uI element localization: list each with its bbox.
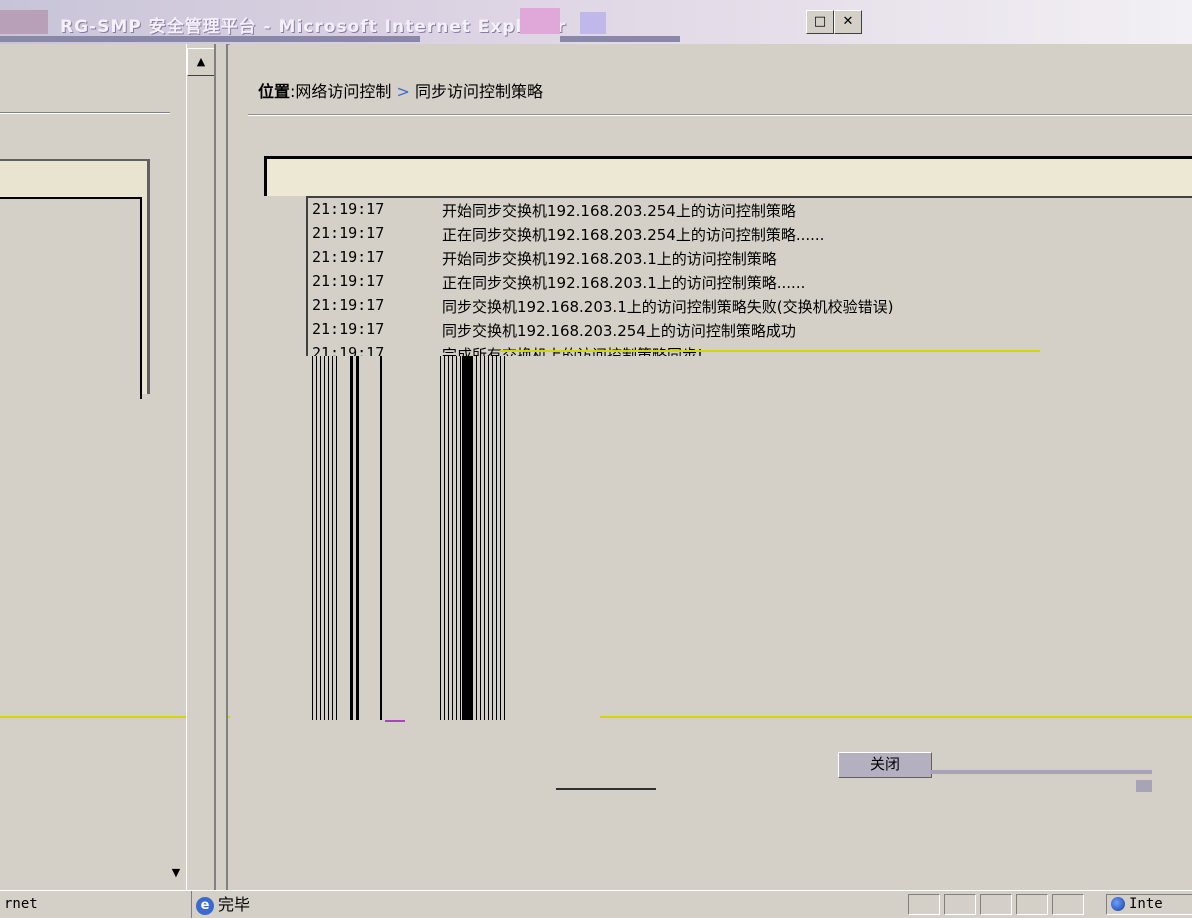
- scroll-down-button[interactable]: ▼: [163, 860, 189, 886]
- log-message: 同步交换机192.168.203.1上的访问控制策略失败(交换机校验错误): [442, 298, 894, 316]
- log-time: 21:19:17: [312, 248, 385, 266]
- nav-panel-inner: [0, 197, 142, 399]
- restore-button[interactable]: □: [806, 10, 834, 34]
- status-cell: [1052, 894, 1084, 915]
- frame-splitter[interactable]: [214, 44, 228, 890]
- log-time: 21:19:17: [312, 320, 385, 338]
- sync-panel-header: [264, 156, 1192, 196]
- close-window-button[interactable]: ✕: [834, 10, 862, 34]
- status-message: e 完毕: [196, 891, 250, 918]
- status-cell: [980, 894, 1012, 915]
- divider: [0, 113, 170, 114]
- glitch-line: [500, 350, 1040, 352]
- log-row: 21:19:17 同步交换机192.168.203.254上的访问控制策略成功: [308, 320, 1188, 344]
- zone-label: Inte: [1129, 896, 1163, 912]
- scroll-up-button[interactable]: ▲: [187, 48, 215, 76]
- log-message: 正在同步交换机192.168.203.1上的访问控制策略......: [442, 274, 806, 292]
- title-glitch-line: [560, 36, 680, 42]
- title-glitch-block: [520, 8, 560, 34]
- log-row: 21:19:17 同步交换机192.168.203.1上的访问控制策略失败(交换机…: [308, 296, 1188, 320]
- ie-page-icon: e: [196, 896, 214, 915]
- status-text: 完毕: [218, 895, 251, 914]
- log-time: 21:19:17: [312, 344, 385, 356]
- log-message: 开始同步交换机192.168.203.1上的访问控制策略: [442, 250, 777, 268]
- breadcrumb-label: 位置: [258, 82, 291, 101]
- breadcrumb-arrow-icon: >: [396, 82, 410, 101]
- sync-log-list[interactable]: 21:19:17 开始同步交换机192.168.203.254上的访问控制策略 21…: [306, 196, 1192, 356]
- divider: [248, 115, 1192, 116]
- log-row: 21:19:17 开始同步交换机192.168.203.1上的访问控制策略: [308, 248, 1188, 272]
- status-cell: [1016, 894, 1048, 915]
- left-nav-frame: [0, 44, 280, 890]
- glitch-line: [385, 720, 405, 722]
- log-message: 同步交换机192.168.203.254上的访问控制策略成功: [442, 322, 796, 340]
- status-bar: rnet e 完毕 Inte: [0, 890, 1192, 918]
- internet-zone-icon: [1111, 897, 1125, 911]
- breadcrumb-page: 同步访问控制策略: [415, 82, 544, 101]
- render-glitch: [440, 356, 506, 720]
- render-glitch: [380, 356, 382, 720]
- status-cell: [944, 894, 976, 915]
- title-glitch-block: [0, 10, 48, 34]
- left-frame-scrollbar[interactable]: ▲ ▼: [172, 44, 215, 890]
- title-glitch-block: [580, 12, 606, 34]
- nav-panel: [0, 159, 150, 399]
- render-glitch: [312, 356, 338, 720]
- breadcrumb-section[interactable]: 网络访问控制: [295, 82, 391, 101]
- glitch-line: [556, 788, 656, 790]
- security-zone[interactable]: Inte: [1106, 894, 1192, 915]
- render-glitch: [356, 356, 359, 720]
- log-message: 开始同步交换机192.168.203.254上的访问控制策略: [442, 202, 796, 220]
- window-title-bar[interactable]: RG-SMP 安全管理平台 - Microsoft Internet Explo…: [0, 0, 1192, 45]
- render-glitch: [462, 356, 472, 720]
- button-bar: [930, 770, 1152, 774]
- close-button[interactable]: 关闭: [838, 752, 932, 778]
- log-row: 21:19:17 开始同步交换机192.168.203.254上的访问控制策略: [308, 200, 1188, 224]
- log-time: 21:19:17: [312, 296, 385, 314]
- glitch-line: [600, 716, 1192, 718]
- title-glitch-line: [0, 36, 420, 42]
- log-message: 正在同步交换机192.168.203.254上的访问控制策略......: [442, 226, 825, 244]
- log-time: 21:19:17: [312, 224, 385, 242]
- log-time: 21:19:17: [312, 272, 385, 290]
- log-time: 21:19:17: [312, 200, 385, 218]
- window-title: RG-SMP 安全管理平台 - Microsoft Internet Explo…: [60, 17, 567, 37]
- log-row: 21:19:17 正在同步交换机192.168.203.254上的访问控制策略..…: [308, 224, 1188, 248]
- render-glitch: [350, 356, 353, 720]
- breadcrumb: 位置:网络访问控制 > 同步访问控制策略: [258, 78, 543, 102]
- main-content-frame: 位置:网络访问控制 > 同步访问控制策略 21:19:17 开始同步交换机192.…: [230, 44, 1192, 890]
- glitch-block: [1136, 780, 1152, 792]
- status-left-zone: rnet: [0, 891, 192, 918]
- log-row: 21:19:17 正在同步交换机192.168.203.1上的访问控制策略....…: [308, 272, 1188, 296]
- status-cell: [908, 894, 940, 915]
